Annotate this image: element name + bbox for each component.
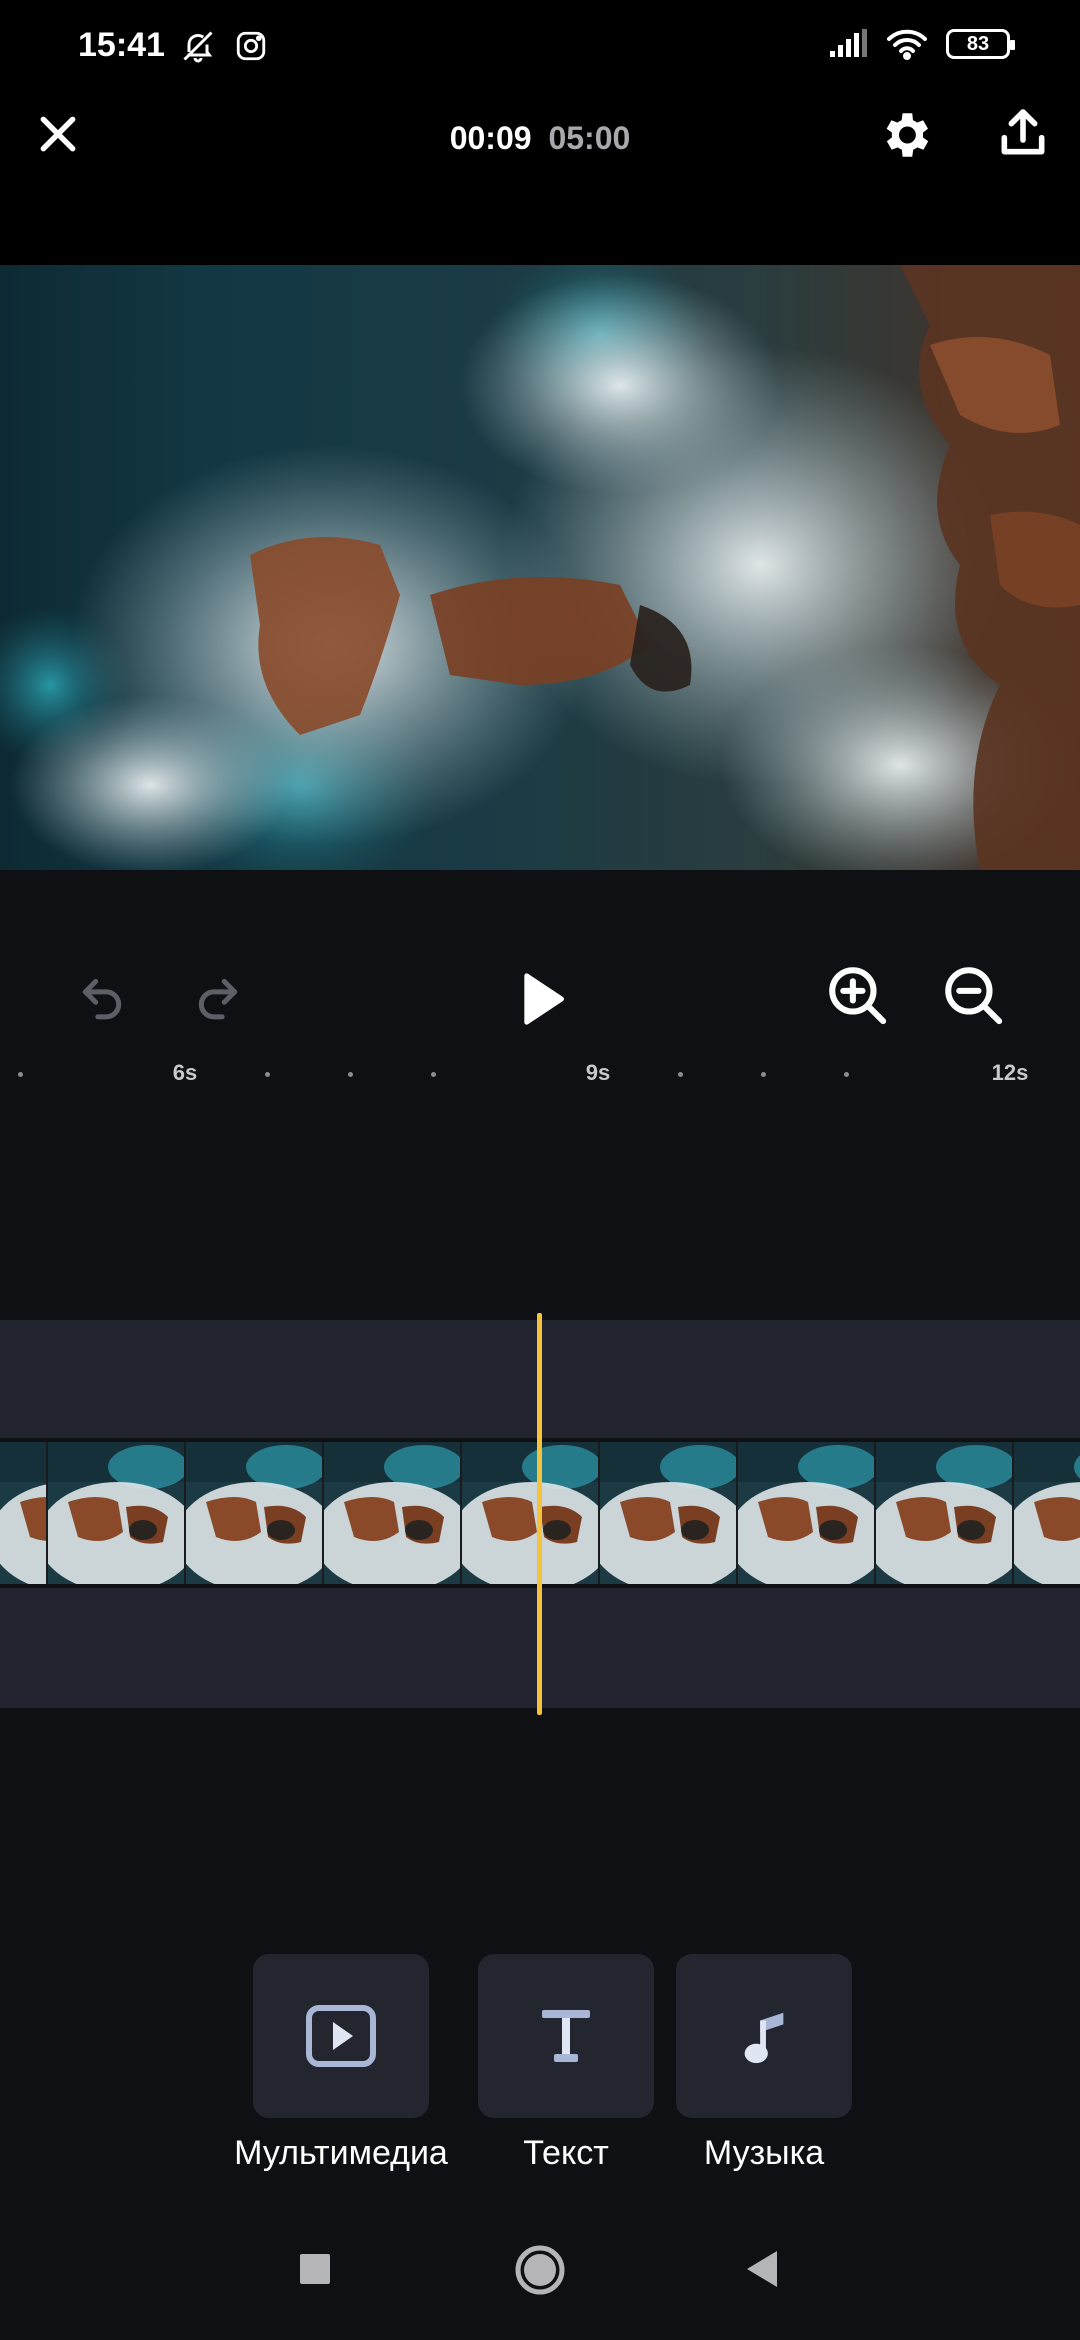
gear-icon xyxy=(886,113,929,157)
filmstrip-frame xyxy=(600,1442,738,1584)
zoom-out-button[interactable] xyxy=(938,960,1008,1030)
status-right-icons: 83 xyxy=(828,28,1015,60)
undo-button[interactable] xyxy=(72,966,132,1026)
zoom-out-icon xyxy=(945,967,1003,1025)
status-bar: 15:41 83 xyxy=(0,0,1080,80)
status-left-icons xyxy=(180,28,268,64)
ruler-tick xyxy=(348,1072,353,1077)
tool-music-box[interactable] xyxy=(676,1954,852,2118)
filmstrip-frame xyxy=(0,1442,48,1584)
preview-image xyxy=(0,265,1080,870)
play-icon xyxy=(524,973,564,1025)
ruler-label-12s: 12s xyxy=(991,1060,1029,1085)
ruler-label-6s: 6s xyxy=(172,1060,198,1085)
editor-header: 00:09 05:00 xyxy=(0,80,1080,270)
ruler-label-9s: 9s xyxy=(585,1060,611,1085)
play-button[interactable] xyxy=(510,966,576,1032)
ruler-tick xyxy=(431,1072,436,1077)
filmstrip-frame xyxy=(738,1442,876,1584)
wifi-icon xyxy=(887,29,927,60)
undo-icon xyxy=(82,978,122,1020)
music-note-icon xyxy=(744,2012,784,2064)
home-button[interactable] xyxy=(510,2240,570,2300)
playhead[interactable] xyxy=(537,1313,542,1715)
ruler-tick xyxy=(265,1072,270,1077)
bell-muted-icon xyxy=(183,31,213,63)
tool-media-label: Мультимедиа xyxy=(234,2134,448,2172)
share-icon xyxy=(1001,109,1045,155)
settings-button[interactable] xyxy=(872,102,938,168)
filmstrip-frame xyxy=(876,1442,1014,1584)
media-play-icon xyxy=(306,2005,376,2067)
ruler-tick xyxy=(844,1072,849,1077)
system-nav-bar xyxy=(0,2210,1080,2340)
redo-button[interactable] xyxy=(188,966,248,1026)
back-triangle-icon xyxy=(747,2251,777,2287)
tool-media[interactable]: Мультимедиа xyxy=(234,1954,448,2172)
square-icon xyxy=(300,2254,330,2284)
status-time: 15:41 xyxy=(78,26,165,64)
filmstrip-frame xyxy=(48,1442,186,1584)
tool-text-box[interactable] xyxy=(478,1954,654,2118)
recents-button[interactable] xyxy=(290,2244,340,2294)
battery-icon: 83 xyxy=(946,29,1015,59)
filmstrip-frame xyxy=(462,1442,600,1584)
video-preview[interactable] xyxy=(0,265,1080,870)
signal-icon xyxy=(830,29,867,57)
zoom-in-button[interactable] xyxy=(822,960,892,1030)
instagram-icon xyxy=(236,31,266,61)
tool-text[interactable]: Текст xyxy=(478,1954,654,2172)
text-icon xyxy=(542,2010,590,2062)
filmstrip-frame xyxy=(324,1442,462,1584)
filmstrip-frame xyxy=(1014,1442,1080,1584)
current-time: 00:09 xyxy=(449,120,532,156)
tool-media-box[interactable] xyxy=(253,1954,429,2118)
tool-music-label: Музыка xyxy=(703,2134,825,2172)
playback-controls xyxy=(0,930,1080,1070)
ruler-tick xyxy=(18,1072,23,1077)
ruler-tick xyxy=(761,1072,766,1077)
redo-icon xyxy=(198,978,238,1020)
tool-text-label: Текст xyxy=(523,2134,609,2172)
zoom-in-icon xyxy=(829,967,887,1025)
timeline-ruler[interactable]: 6s 9s 12s xyxy=(0,1058,1080,1098)
battery-level: 83 xyxy=(966,32,990,55)
tool-bar: Мультимедиа Текст Музыка xyxy=(0,1950,1080,2172)
filmstrip-frame xyxy=(186,1442,324,1584)
share-button[interactable] xyxy=(990,100,1056,166)
tool-music[interactable]: Музыка xyxy=(676,1954,852,2172)
back-button[interactable] xyxy=(736,2244,786,2294)
circle-icon xyxy=(515,2245,565,2295)
total-time: 05:00 xyxy=(548,120,631,156)
ruler-tick xyxy=(678,1072,683,1077)
